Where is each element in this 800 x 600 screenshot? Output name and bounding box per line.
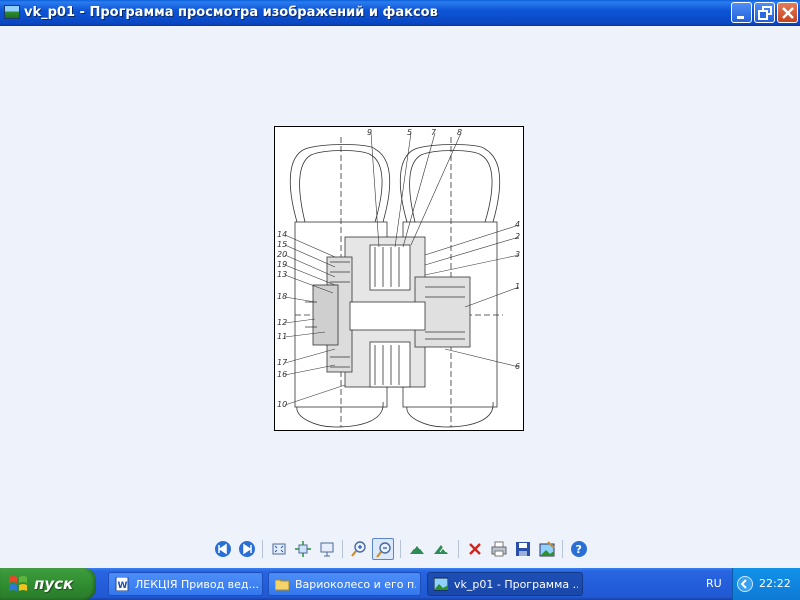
delete-button[interactable] [464, 538, 486, 560]
save-icon [516, 542, 530, 556]
displayed-image[interactable]: 9 5 7 8 4 2 3 1 6 14 15 20 19 13 18 12 1… [274, 126, 524, 431]
callout-label: 13 [277, 270, 287, 279]
callout-label: 12 [277, 318, 287, 327]
callout-label: 15 [277, 240, 287, 249]
callout-label: 10 [277, 400, 287, 409]
previous-image-button[interactable] [212, 538, 234, 560]
callout-label: 18 [277, 292, 287, 301]
chevron-left-icon [740, 579, 747, 589]
taskbar-button-image-viewer[interactable]: vk_p01 - Программа ... [427, 572, 583, 596]
start-button[interactable]: пуск [0, 568, 96, 600]
print-button[interactable] [488, 538, 510, 560]
help-button[interactable]: ? [568, 538, 590, 560]
callout-label: 5 [407, 128, 412, 137]
callout-label: 17 [277, 358, 288, 367]
show-hidden-icons-button[interactable] [737, 576, 753, 592]
copy-to-button[interactable] [512, 538, 534, 560]
rotate-clockwise-button[interactable] [406, 538, 428, 560]
callout-label: 2 [515, 232, 520, 241]
actual-size-button[interactable] [292, 538, 314, 560]
restore-button[interactable] [754, 2, 775, 23]
slideshow-icon [320, 542, 334, 557]
actual-size-icon [295, 541, 311, 557]
callout-label: 16 [277, 370, 287, 379]
window-title: vk_p01 - Программа просмотра изображений… [24, 5, 438, 20]
folder-icon [275, 579, 289, 591]
start-label: пуск [34, 575, 74, 593]
next-icon [239, 541, 255, 557]
callout-label: 7 [431, 128, 437, 137]
print-icon [491, 541, 507, 557]
image-viewer-icon [4, 5, 20, 19]
minimize-button[interactable] [731, 2, 752, 23]
slideshow-button[interactable] [316, 538, 338, 560]
rotate-counterclockwise-button[interactable] [430, 538, 452, 560]
title-bar[interactable]: vk_p01 - Программа просмотра изображений… [0, 0, 800, 26]
edit-image-icon [539, 541, 555, 557]
best-fit-button[interactable] [268, 538, 290, 560]
callout-label: 9 [367, 128, 372, 137]
previous-icon [215, 541, 231, 557]
callout-label: 6 [515, 362, 520, 371]
callout-label: 4 [515, 220, 520, 229]
task-label: ЛЕКЦІЯ Привод вед... [135, 578, 258, 591]
windows-logo-icon [9, 576, 27, 591]
zoom-in-button[interactable] [348, 538, 370, 560]
callout-label: 20 [277, 250, 287, 259]
taskbar-button-lecture[interactable]: W ЛЕКЦІЯ Привод вед... [108, 572, 263, 596]
zoom-in-icon [351, 541, 366, 557]
zoom-out-button[interactable] [372, 538, 394, 560]
callout-label: 14 [277, 230, 287, 239]
open-for-editing-button[interactable] [536, 538, 558, 560]
taskbar: пуск W ЛЕКЦІЯ Привод вед... Вариоколесо … [0, 568, 800, 600]
svg-text:?: ? [576, 543, 582, 556]
task-label: Вариоколесо и его п... [295, 578, 416, 591]
callout-label: 1 [515, 282, 520, 291]
image-viewer-area: 9 5 7 8 4 2 3 1 6 14 15 20 19 13 18 12 1… [0, 26, 800, 568]
technical-drawing: 9 5 7 8 4 2 3 1 6 14 15 20 19 13 18 12 1… [277, 128, 520, 428]
delete-icon [469, 543, 481, 555]
rotate-counterclockwise-icon [434, 545, 448, 554]
rotate-clockwise-icon [410, 544, 424, 554]
zoom-out-icon [376, 542, 391, 558]
callout-label: 8 [457, 128, 462, 137]
clock[interactable]: 22:22 [759, 577, 791, 590]
help-icon: ? [571, 541, 587, 557]
svg-text:W: W [118, 581, 128, 591]
next-image-button[interactable] [236, 538, 258, 560]
language-indicator[interactable]: RU [706, 577, 722, 590]
image-viewer-icon [434, 577, 448, 591]
close-button[interactable] [777, 2, 798, 23]
best-fit-icon [272, 543, 286, 555]
callout-label: 3 [515, 250, 520, 259]
taskbar-button-folder[interactable]: Вариоколесо и его п... [268, 572, 421, 596]
callout-label: 11 [277, 332, 287, 341]
word-document-icon: W [115, 577, 129, 591]
task-label: vk_p01 - Программа ... [454, 578, 578, 591]
callout-label: 19 [277, 260, 287, 269]
